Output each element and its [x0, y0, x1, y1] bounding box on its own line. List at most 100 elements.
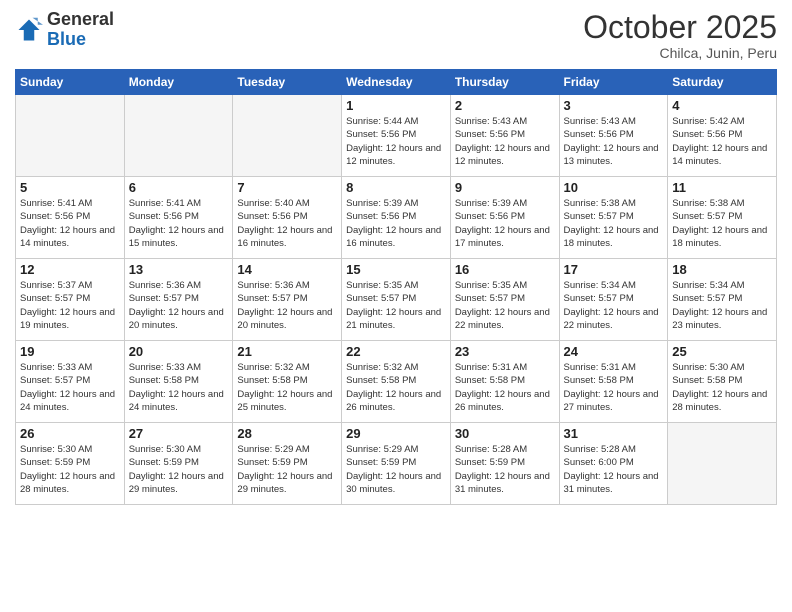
day-cell: 17Sunrise: 5:34 AM Sunset: 5:57 PM Dayli…	[559, 259, 668, 341]
day-cell: 8 Sunrise: 5:39 AM Sunset: 5:56 PM Daylig…	[342, 177, 451, 259]
day-cell: 13 Sunrise: 5:36 AM Sunset: 5:57 PM Dayli…	[124, 259, 233, 341]
day-cell: 3Sunrise: 5:43 AM Sunset: 5:56 PM Daylig…	[559, 95, 668, 177]
day-cell: 14 Sunrise: 5:36 AM Sunset: 5:57 PM Dayli…	[233, 259, 342, 341]
day-number: 5	[20, 180, 120, 195]
day-info: Sunrise: 5:28 AM Sunset: 5:59 PM Dayligh…	[455, 443, 555, 496]
day-number: 14	[237, 262, 337, 277]
day-cell: 15Sunrise: 5:35 AM Sunset: 5:57 PM Dayli…	[342, 259, 451, 341]
day-header-thursday: Thursday	[450, 70, 559, 95]
week-row-1: 1 Sunrise: 5:44 AM Sunset: 5:56 PM Daylig…	[16, 95, 777, 177]
logo-general: General	[47, 9, 114, 29]
logo-icon	[15, 16, 43, 44]
day-cell	[124, 95, 233, 177]
logo-text: General Blue	[47, 10, 114, 50]
day-cell: 23Sunrise: 5:31 AM Sunset: 5:58 PM Dayli…	[450, 341, 559, 423]
day-cell: 24 Sunrise: 5:31 AM Sunset: 5:58 PM Dayli…	[559, 341, 668, 423]
week-row-3: 12Sunrise: 5:37 AM Sunset: 5:57 PM Dayli…	[16, 259, 777, 341]
day-number: 13	[129, 262, 229, 277]
day-info: Sunrise: 5:35 AM Sunset: 5:57 PM Dayligh…	[455, 279, 555, 332]
day-number: 9	[455, 180, 555, 195]
day-number: 3	[564, 98, 664, 113]
day-number: 29	[346, 426, 446, 441]
logo-blue: Blue	[47, 29, 86, 49]
day-cell: 29 Sunrise: 5:29 AM Sunset: 5:59 PM Dayli…	[342, 423, 451, 505]
title-area: October 2025 Chilca, Junin, Peru	[583, 10, 777, 61]
header: General Blue October 2025 Chilca, Junin,…	[15, 10, 777, 61]
day-cell: 5 Sunrise: 5:41 AM Sunset: 5:56 PM Daylig…	[16, 177, 125, 259]
day-header-tuesday: Tuesday	[233, 70, 342, 95]
day-cell: 18Sunrise: 5:34 AM Sunset: 5:57 PM Dayli…	[668, 259, 777, 341]
day-number: 21	[237, 344, 337, 359]
day-header-wednesday: Wednesday	[342, 70, 451, 95]
day-cell: 1 Sunrise: 5:44 AM Sunset: 5:56 PM Daylig…	[342, 95, 451, 177]
day-cell: 26 Sunrise: 5:30 AM Sunset: 5:59 PM Dayli…	[16, 423, 125, 505]
day-cell: 19 Sunrise: 5:33 AM Sunset: 5:57 PM Dayli…	[16, 341, 125, 423]
day-info: Sunrise: 5:30 AM Sunset: 5:59 PM Dayligh…	[20, 443, 120, 496]
day-info: Sunrise: 5:41 AM Sunset: 5:56 PM Dayligh…	[20, 197, 120, 250]
logo: General Blue	[15, 10, 114, 50]
day-number: 6	[129, 180, 229, 195]
day-info: Sunrise: 5:40 AM Sunset: 5:56 PM Dayligh…	[237, 197, 337, 250]
days-header-row: SundayMondayTuesdayWednesdayThursdayFrid…	[16, 70, 777, 95]
day-number: 26	[20, 426, 120, 441]
day-info: Sunrise: 5:38 AM Sunset: 5:57 PM Dayligh…	[564, 197, 664, 250]
day-info: Sunrise: 5:29 AM Sunset: 5:59 PM Dayligh…	[346, 443, 446, 496]
day-cell: 31Sunrise: 5:28 AM Sunset: 6:00 PM Dayli…	[559, 423, 668, 505]
day-info: Sunrise: 5:34 AM Sunset: 5:57 PM Dayligh…	[672, 279, 772, 332]
day-info: Sunrise: 5:44 AM Sunset: 5:56 PM Dayligh…	[346, 115, 446, 168]
day-cell: 21 Sunrise: 5:32 AM Sunset: 5:58 PM Dayli…	[233, 341, 342, 423]
location-subtitle: Chilca, Junin, Peru	[583, 45, 777, 61]
day-cell: 22Sunrise: 5:32 AM Sunset: 5:58 PM Dayli…	[342, 341, 451, 423]
day-info: Sunrise: 5:31 AM Sunset: 5:58 PM Dayligh…	[564, 361, 664, 414]
day-cell: 12Sunrise: 5:37 AM Sunset: 5:57 PM Dayli…	[16, 259, 125, 341]
day-cell	[233, 95, 342, 177]
day-cell: 9Sunrise: 5:39 AM Sunset: 5:56 PM Daylig…	[450, 177, 559, 259]
day-info: Sunrise: 5:38 AM Sunset: 5:57 PM Dayligh…	[672, 197, 772, 250]
day-cell: 2 Sunrise: 5:43 AM Sunset: 5:56 PM Daylig…	[450, 95, 559, 177]
day-number: 30	[455, 426, 555, 441]
day-cell: 30 Sunrise: 5:28 AM Sunset: 5:59 PM Dayli…	[450, 423, 559, 505]
day-info: Sunrise: 5:36 AM Sunset: 5:57 PM Dayligh…	[237, 279, 337, 332]
day-info: Sunrise: 5:41 AM Sunset: 5:56 PM Dayligh…	[129, 197, 229, 250]
day-number: 31	[564, 426, 664, 441]
day-header-friday: Friday	[559, 70, 668, 95]
day-info: Sunrise: 5:43 AM Sunset: 5:56 PM Dayligh…	[455, 115, 555, 168]
day-number: 28	[237, 426, 337, 441]
day-number: 20	[129, 344, 229, 359]
month-title: October 2025	[583, 10, 777, 45]
day-number: 11	[672, 180, 772, 195]
day-info: Sunrise: 5:30 AM Sunset: 5:58 PM Dayligh…	[672, 361, 772, 414]
day-number: 19	[20, 344, 120, 359]
day-header-monday: Monday	[124, 70, 233, 95]
day-number: 25	[672, 344, 772, 359]
day-info: Sunrise: 5:42 AM Sunset: 5:56 PM Dayligh…	[672, 115, 772, 168]
calendar-table: SundayMondayTuesdayWednesdayThursdayFrid…	[15, 69, 777, 505]
day-info: Sunrise: 5:33 AM Sunset: 5:57 PM Dayligh…	[20, 361, 120, 414]
day-cell: 27Sunrise: 5:30 AM Sunset: 5:59 PM Dayli…	[124, 423, 233, 505]
day-info: Sunrise: 5:34 AM Sunset: 5:57 PM Dayligh…	[564, 279, 664, 332]
day-info: Sunrise: 5:32 AM Sunset: 5:58 PM Dayligh…	[237, 361, 337, 414]
day-number: 27	[129, 426, 229, 441]
day-cell: 6 Sunrise: 5:41 AM Sunset: 5:56 PM Daylig…	[124, 177, 233, 259]
day-cell: 25 Sunrise: 5:30 AM Sunset: 5:58 PM Dayli…	[668, 341, 777, 423]
day-number: 24	[564, 344, 664, 359]
day-cell	[16, 95, 125, 177]
day-cell: 4 Sunrise: 5:42 AM Sunset: 5:56 PM Daylig…	[668, 95, 777, 177]
week-row-5: 26 Sunrise: 5:30 AM Sunset: 5:59 PM Dayli…	[16, 423, 777, 505]
day-info: Sunrise: 5:39 AM Sunset: 5:56 PM Dayligh…	[346, 197, 446, 250]
day-cell: 7Sunrise: 5:40 AM Sunset: 5:56 PM Daylig…	[233, 177, 342, 259]
week-row-2: 5 Sunrise: 5:41 AM Sunset: 5:56 PM Daylig…	[16, 177, 777, 259]
day-info: Sunrise: 5:36 AM Sunset: 5:57 PM Dayligh…	[129, 279, 229, 332]
day-cell: 16Sunrise: 5:35 AM Sunset: 5:57 PM Dayli…	[450, 259, 559, 341]
day-info: Sunrise: 5:29 AM Sunset: 5:59 PM Dayligh…	[237, 443, 337, 496]
day-info: Sunrise: 5:31 AM Sunset: 5:58 PM Dayligh…	[455, 361, 555, 414]
day-number: 8	[346, 180, 446, 195]
day-header-sunday: Sunday	[16, 70, 125, 95]
day-number: 2	[455, 98, 555, 113]
day-number: 12	[20, 262, 120, 277]
page: General Blue October 2025 Chilca, Junin,…	[0, 0, 792, 612]
day-number: 1	[346, 98, 446, 113]
day-number: 10	[564, 180, 664, 195]
day-number: 4	[672, 98, 772, 113]
day-header-saturday: Saturday	[668, 70, 777, 95]
